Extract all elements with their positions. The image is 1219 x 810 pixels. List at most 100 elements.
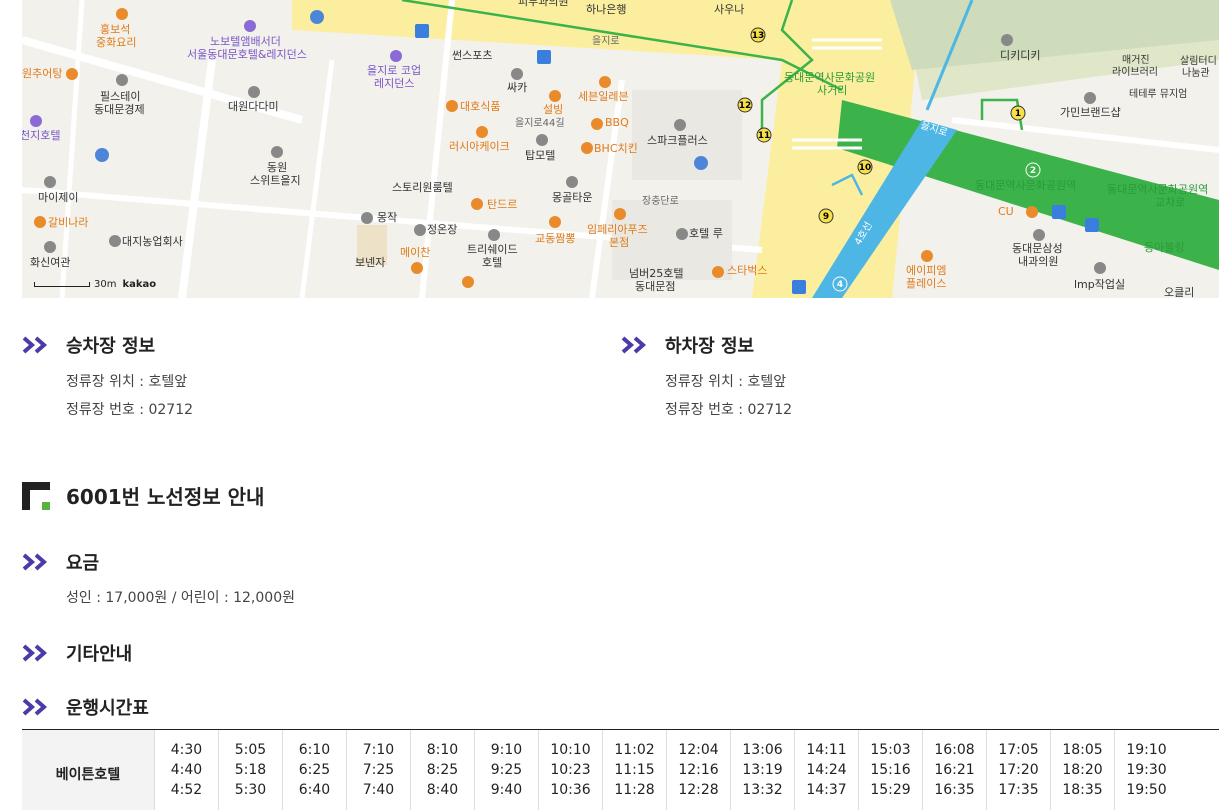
time-cell: 11:02 11:15 11:28 [602, 730, 667, 810]
map-label: 살림터디 [1180, 56, 1217, 67]
fare-text: 성인 : 17,000원 / 어린이 : 12,000원 [66, 590, 295, 606]
map-label: 대지농업회사 [122, 235, 183, 248]
double-chevron-icon [621, 336, 651, 354]
map-scale: 30m kakao [34, 279, 156, 290]
other-title: 기타안내 [66, 644, 133, 665]
svg-text:10: 10 [859, 163, 872, 173]
map-label: 러시아케이크 [449, 140, 510, 153]
map-label: 교차로 [1155, 196, 1186, 209]
map-label: 내과의원 [1018, 255, 1059, 268]
map-label: 동대문점 [635, 280, 676, 293]
route-map[interactable]: 13 12 11 10 9 1 2 4 홍보석 중화요리 노보텔앰배서더 서울동… [22, 0, 1219, 298]
map-label: 호텔 루 [689, 227, 723, 240]
svg-text:1: 1 [1015, 109, 1021, 119]
map-label: BBQ [605, 116, 629, 129]
boarding-heading: 승차장 정보 [22, 332, 155, 358]
route-title: 6001번 노선정보 안내 [66, 485, 265, 509]
time-cell: 15:03 15:16 15:29 [858, 730, 923, 810]
map-label: 라이브러리 [1112, 67, 1158, 78]
map-label: BHC치킨 [594, 142, 638, 155]
map-label: 탑모텔 [525, 149, 556, 162]
map-label: 장충단로 [642, 196, 679, 207]
map-label: 화신여관 [30, 256, 71, 269]
time-cell: 12:04 12:16 12:28 [666, 730, 731, 810]
map-label: 중화요리 [96, 36, 137, 49]
time-cell: 5:05 5:18 5:30 [218, 730, 283, 810]
map-label: 레지던스 [374, 77, 415, 90]
map-label: 호텔 [482, 256, 503, 269]
map-label: 테테루 뮤지엄 [1129, 89, 1188, 100]
map-label: 대호식품 [460, 100, 501, 113]
map-label: 사거리 [817, 84, 848, 97]
boarding-location: 정류장 위치 : 호텔앞 [66, 374, 188, 390]
alighting-heading: 하차장 정보 [621, 332, 754, 358]
scale-label: 30m [94, 279, 117, 290]
route-heading: 6001번 노선정보 안내 [22, 481, 264, 510]
map-label: 본점 [609, 236, 630, 249]
map-label: 트리쉐이드 [467, 243, 518, 256]
scale-bar [34, 281, 90, 287]
map-label: 동대문삼성 [1012, 242, 1063, 255]
time-cell: 4:30 4:40 4:52 [154, 730, 219, 810]
kakao-logo: kakao [122, 279, 157, 290]
map-label: 을지로 [592, 36, 620, 47]
alighting-location: 정류장 위치 : 호텔앞 [665, 374, 787, 390]
map-label: 동대문경제 [94, 103, 145, 116]
map-label: 가민브랜드샵 [1060, 106, 1121, 119]
fare-heading: 요금 [22, 549, 99, 575]
map-label: 썬스포츠 [452, 49, 493, 62]
map-label: 하나은행 [586, 3, 627, 16]
map-label: 싸카 [507, 81, 528, 94]
map-label: lmp작업실 [1074, 278, 1126, 291]
timetable-heading: 운행시간표 [22, 694, 149, 720]
time-cell: 14:11 14:24 14:37 [794, 730, 859, 810]
other-heading: 기타안내 [22, 640, 132, 666]
map-label: 디키디키 [1000, 49, 1041, 62]
map-label: 갈비나라 [48, 216, 89, 229]
map-label: 에이피엠 [906, 264, 947, 277]
time-cell: 18:05 18:20 18:35 [1050, 730, 1115, 810]
map-label: 스파크플러스 [647, 134, 708, 147]
map-label: 임페리아푸즈 [587, 223, 648, 236]
svg-text:2: 2 [1030, 166, 1036, 176]
map-label: 노보텔앰배서더 [210, 35, 281, 48]
map-label: 매거진 [1122, 55, 1150, 66]
double-chevron-icon [22, 698, 52, 716]
timetable-row: 베이튼호텔 4:30 4:40 4:52 5:05 5:18 5:30 6:10 6:25… [22, 730, 1178, 810]
time-cell: 7:10 7:25 7:40 [346, 730, 411, 810]
map-label: 스토리원룸텔 [392, 181, 453, 194]
time-cell: 13:06 13:19 13:32 [730, 730, 795, 810]
map-label: 나눔관 [1182, 68, 1210, 79]
double-chevron-icon [22, 553, 52, 571]
boarding-number: 정류장 번호 : 02712 [66, 402, 194, 418]
time-cell: 19:10 19:30 19:50 [1126, 742, 1167, 798]
map-label: 스위트을지 [250, 174, 301, 187]
map-label: 스타벅스 [727, 264, 768, 277]
timetable: 베이튼호텔 4:30 4:40 4:52 5:05 5:18 5:30 6:10 6:25… [22, 729, 1219, 810]
stop-name: 베이튼호텔 [22, 730, 155, 810]
svg-text:4: 4 [837, 280, 843, 290]
time-cell: 9:10 9:25 9:40 [474, 730, 539, 810]
map-label: 피부과의원 [518, 0, 569, 8]
boarding-title: 승차장 정보 [66, 336, 156, 357]
map-label: 세븐일레븐 [578, 90, 629, 103]
svg-text:13: 13 [752, 31, 765, 41]
time-cell: 8:10 8:25 8:40 [410, 730, 475, 810]
time-cell: 16:08 16:21 16:35 [922, 730, 987, 810]
map-label: 사우나 [714, 3, 745, 16]
map-label: 몽작 [377, 211, 398, 224]
map-label: 동대문역사문화공원 [784, 71, 876, 84]
fare-title: 요금 [66, 553, 100, 574]
time-cell: 10:10 10:23 10:36 [538, 730, 603, 810]
map-label: 보넨자 [355, 256, 386, 269]
map-label: 동대문역사문화공원역 [1107, 183, 1209, 196]
timetable-title: 운행시간표 [66, 698, 149, 719]
map-label: 을지로 코업 [367, 64, 422, 77]
map-label: 넘버25호텔 [629, 267, 684, 280]
time-cell: 6:10 6:25 6:40 [282, 730, 347, 810]
map-label: CU [998, 205, 1014, 218]
route-info-icon [22, 481, 50, 510]
double-chevron-icon [22, 644, 52, 662]
alighting-title: 하차장 정보 [665, 336, 755, 357]
svg-text:12: 12 [739, 101, 752, 111]
